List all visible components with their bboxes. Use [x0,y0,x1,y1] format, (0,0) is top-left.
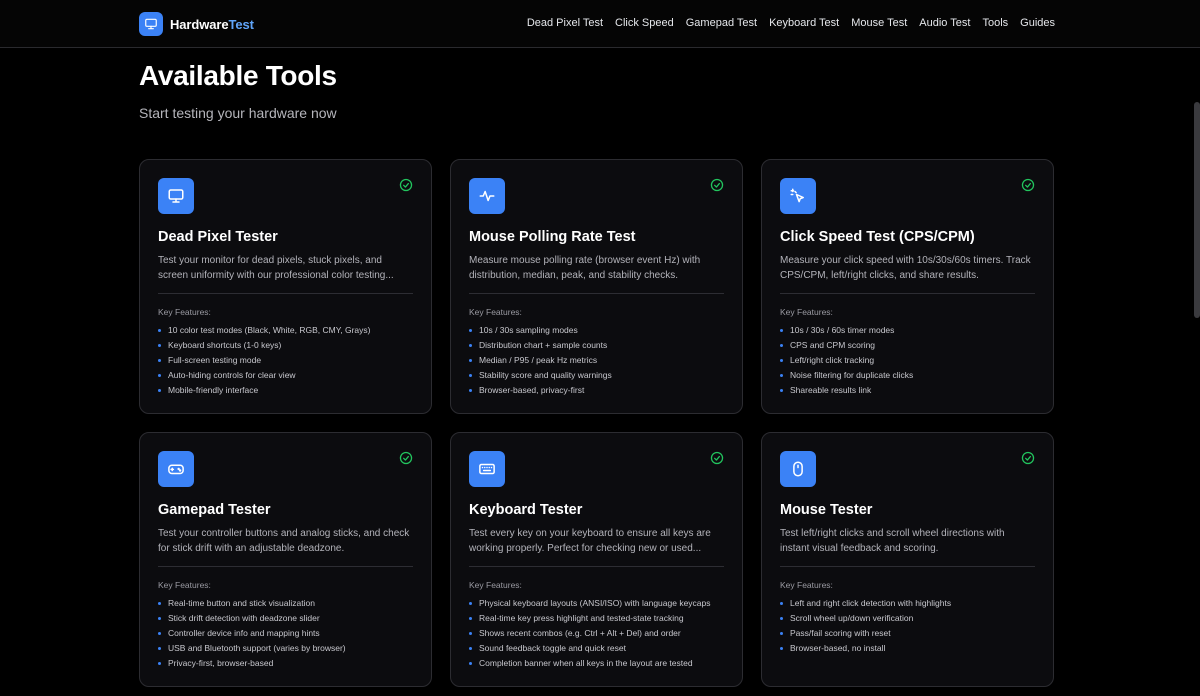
brand-logo[interactable]: HardwareTest [139,12,254,36]
card-title: Mouse Polling Rate Test [469,229,636,245]
feature-item: Scroll wheel up/down verification [780,611,1035,626]
monitor-icon [158,178,194,214]
nav-gamepad-test[interactable]: Gamepad Test [686,17,757,29]
card-divider [469,293,724,294]
card-title: Gamepad Tester [158,502,271,518]
feature-item: Privacy-first, browser-based [158,656,413,671]
key-features-label: Key Features: [780,580,833,590]
card-description: Test every key on your keyboard to ensur… [469,528,711,554]
feature-list: Real-time button and stick visualization… [158,596,413,671]
feature-item: CPS and CPM scoring [780,338,1035,353]
card-divider [158,566,413,567]
feature-list: Physical keyboard layouts (ANSI/ISO) wit… [469,596,724,671]
feature-item: USB and Bluetooth support (varies by bro… [158,641,413,656]
tool-card-gamepad[interactable]: Gamepad Tester Test your controller butt… [139,432,432,687]
feature-item: Controller device info and mapping hints [158,626,413,641]
feature-item: Left and right click detection with high… [780,596,1035,611]
page-title: Available Tools [139,60,337,91]
card-description: Measure your click speed with 10s/30s/60… [780,255,1031,281]
pointer-click-icon [780,178,816,214]
card-description: Test your monitor for dead pixels, stuck… [158,255,394,281]
main-nav: Dead Pixel Test Click Speed Gamepad Test… [527,17,1055,29]
card-title: Click Speed Test (CPS/CPM) [780,229,975,245]
gamepad-icon [158,451,194,487]
key-features-label: Key Features: [158,580,211,590]
nav-mouse-test[interactable]: Mouse Test [851,17,907,29]
feature-item: Browser-based, privacy-first [469,383,724,398]
feature-item: 10s / 30s / 60s timer modes [780,323,1035,338]
feature-item: Real-time button and stick visualization [158,596,413,611]
feature-item: Left/right click tracking [780,353,1035,368]
check-circle-icon [710,451,724,465]
feature-item: Completion banner when all keys in the l… [469,656,724,671]
card-title: Dead Pixel Tester [158,229,278,245]
feature-list: 10s / 30s / 60s timer modes CPS and CPM … [780,323,1035,398]
feature-item: 10s / 30s sampling modes [469,323,724,338]
feature-item: Keyboard shortcuts (1-0 keys) [158,338,413,353]
feature-item: Browser-based, no install [780,641,1035,656]
feature-item: 10 color test modes (Black, White, RGB, … [158,323,413,338]
feature-item: Shareable results link [780,383,1035,398]
feature-item: Real-time key press highlight and tested… [469,611,724,626]
feature-item: Sound feedback toggle and quick reset [469,641,724,656]
feature-item: Noise filtering for duplicate clicks [780,368,1035,383]
tool-card-mouse[interactable]: Mouse Tester Test left/right clicks and … [761,432,1054,687]
site-header: HardwareTest Dead Pixel Test Click Speed… [0,0,1200,48]
card-description: Measure mouse polling rate (browser even… [469,255,701,281]
key-features-label: Key Features: [158,307,211,317]
feature-item: Physical keyboard layouts (ANSI/ISO) wit… [469,596,724,611]
nav-tools[interactable]: Tools [982,17,1008,29]
check-circle-icon [399,451,413,465]
monitor-icon [139,12,163,36]
card-divider [780,293,1035,294]
card-title: Keyboard Tester [469,502,583,518]
tool-card-dead-pixel[interactable]: Dead Pixel Tester Test your monitor for … [139,159,432,414]
tool-card-keyboard[interactable]: Keyboard Tester Test every key on your k… [450,432,743,687]
feature-item: Shows recent combos (e.g. Ctrl + Alt + D… [469,626,724,641]
feature-list: 10 color test modes (Black, White, RGB, … [158,323,413,398]
mouse-icon [780,451,816,487]
feature-item: Auto-hiding controls for clear view [158,368,413,383]
feature-item: Mobile-friendly interface [158,383,413,398]
tools-grid: Dead Pixel Tester Test your monitor for … [139,159,1054,687]
page-subtitle: Start testing your hardware now [139,105,337,121]
card-title: Mouse Tester [780,502,873,518]
check-circle-icon [710,178,724,192]
card-divider [158,293,413,294]
brand-name: HardwareTest [170,16,254,32]
activity-icon [469,178,505,214]
nav-click-speed[interactable]: Click Speed [615,17,674,29]
page-scrollbar[interactable] [1194,102,1200,318]
feature-item: Median / P95 / peak Hz metrics [469,353,724,368]
nav-keyboard-test[interactable]: Keyboard Test [769,17,839,29]
tool-card-polling-rate[interactable]: Mouse Polling Rate Test Measure mouse po… [450,159,743,414]
card-description: Test left/right clicks and scroll wheel … [780,528,1005,554]
card-divider [469,566,724,567]
nav-dead-pixel-test[interactable]: Dead Pixel Test [527,17,603,29]
card-description: Test your controller buttons and analog … [158,528,410,554]
nav-guides[interactable]: Guides [1020,17,1055,29]
check-circle-icon [1021,451,1035,465]
feature-list: 10s / 30s sampling modes Distribution ch… [469,323,724,398]
feature-item: Stick drift detection with deadzone slid… [158,611,413,626]
feature-item: Full-screen testing mode [158,353,413,368]
check-circle-icon [1021,178,1035,192]
feature-item: Stability score and quality warnings [469,368,724,383]
card-divider [780,566,1035,567]
feature-item: Pass/fail scoring with reset [780,626,1035,641]
key-features-label: Key Features: [780,307,833,317]
check-circle-icon [399,178,413,192]
feature-item: Distribution chart + sample counts [469,338,724,353]
key-features-label: Key Features: [469,307,522,317]
nav-audio-test[interactable]: Audio Test [919,17,970,29]
tool-card-click-speed[interactable]: Click Speed Test (CPS/CPM) Measure your … [761,159,1054,414]
keyboard-icon [469,451,505,487]
feature-list: Left and right click detection with high… [780,596,1035,656]
key-features-label: Key Features: [469,580,522,590]
